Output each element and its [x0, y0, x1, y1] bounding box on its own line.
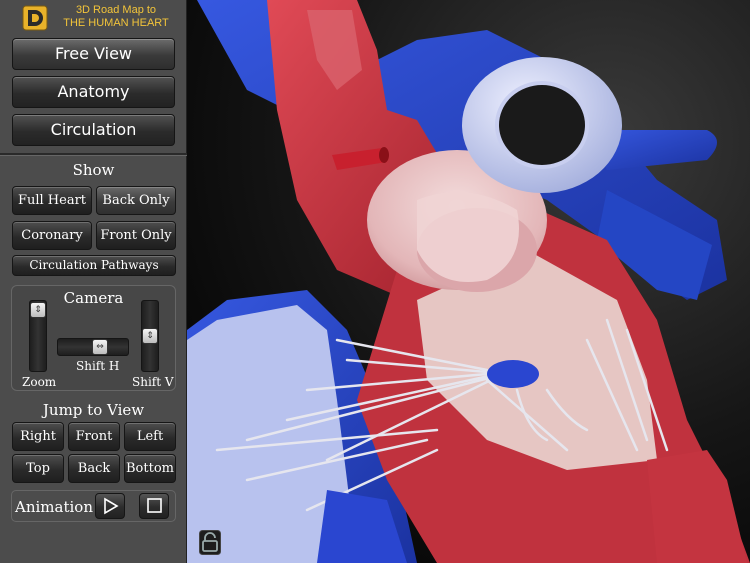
back-only-button[interactable]: Back Only — [96, 186, 176, 215]
front-only-button[interactable]: Front Only — [96, 221, 176, 250]
control-sidebar: 3D Road Map to THE HUMAN HEART Free View… — [0, 0, 187, 563]
heart-3d-viewport[interactable] — [187, 0, 750, 563]
app-logo-icon — [22, 5, 48, 31]
zoom-label: Zoom — [22, 375, 57, 389]
free-view-button[interactable]: Free View — [12, 38, 175, 70]
jump-to-view-title: Jump to View — [42, 401, 145, 419]
play-icon — [104, 497, 119, 515]
full-heart-button[interactable]: Full Heart — [12, 186, 92, 215]
play-button[interactable] — [95, 493, 125, 519]
show-section-title: Show — [72, 161, 115, 179]
app-title-line2: THE HUMAN HEART — [63, 17, 169, 29]
view-front-button[interactable]: Front — [68, 422, 120, 451]
animation-label: Animation — [15, 498, 93, 516]
divider — [0, 153, 187, 156]
view-back-button[interactable]: Back — [68, 454, 120, 483]
shift-v-slider-thumb[interactable]: ⇕ — [142, 328, 158, 344]
coronary-button[interactable]: Coronary — [12, 221, 92, 250]
zoom-slider[interactable]: ⇕ — [29, 300, 47, 372]
stop-button[interactable] — [139, 493, 169, 519]
heart-model-render[interactable] — [187, 0, 750, 563]
app-title-line1: 3D Road Map to — [75, 4, 157, 16]
app-title: 3D Road Map to THE HUMAN HEART — [56, 4, 176, 30]
zoom-slider-thumb[interactable]: ⇕ — [30, 302, 46, 318]
shift-h-label: Shift H — [76, 359, 120, 373]
stop-icon — [147, 498, 162, 513]
unlocked-padlock-icon[interactable] — [199, 530, 221, 555]
shift-h-slider[interactable]: ⇔ — [57, 338, 129, 356]
circulation-pathways-button[interactable]: Circulation Pathways — [12, 255, 176, 276]
shift-v-slider[interactable]: ⇕ — [141, 300, 159, 372]
shift-h-slider-thumb[interactable]: ⇔ — [92, 339, 108, 355]
circulation-button[interactable]: Circulation — [12, 114, 175, 146]
view-bottom-button[interactable]: Bottom — [124, 454, 176, 483]
view-top-button[interactable]: Top — [12, 454, 64, 483]
shift-v-label: Shift V — [132, 375, 174, 389]
anatomy-button[interactable]: Anatomy — [12, 76, 175, 108]
view-left-button[interactable]: Left — [124, 422, 176, 451]
view-right-button[interactable]: Right — [12, 422, 64, 451]
